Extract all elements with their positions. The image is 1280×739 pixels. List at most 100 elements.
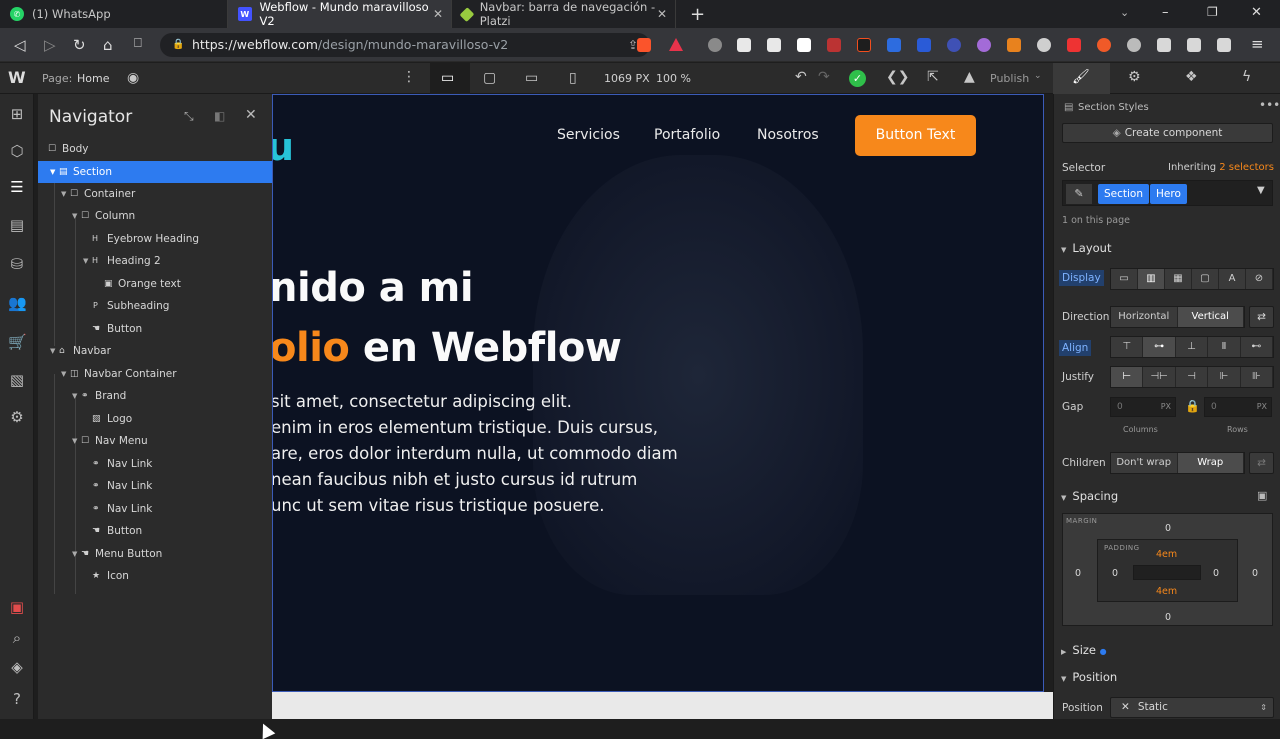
tree-item-button[interactable]: ☚ Button — [38, 318, 272, 340]
wrap-wrap[interactable]: Wrap — [1177, 453, 1244, 473]
direction-vertical[interactable]: Vertical — [1177, 307, 1244, 327]
hero-subheading-line[interactable]: are, eros dolor interdum nulla, ut commo… — [273, 444, 678, 463]
align-end-icon[interactable]: ⊥ — [1176, 337, 1209, 357]
selector-edit-icon[interactable]: ✎ — [1066, 184, 1092, 204]
caret-down-icon[interactable]: ▼ — [72, 385, 77, 407]
display-inline-icon[interactable]: A — [1219, 269, 1246, 289]
help-icon[interactable]: ? — [8, 690, 26, 708]
tree-item-nav-link[interactable]: ⚭ Nav Link — [38, 498, 272, 520]
tab-webflow[interactable]: W Webflow - Mundo maravilloso V2 ✕ — [228, 0, 452, 28]
hero-subheading-line[interactable]: unc ut sem vitae risus tristique posuere… — [273, 496, 604, 515]
wallet-icon[interactable] — [1217, 38, 1231, 52]
selector-dropdown-icon[interactable]: ▼ — [1257, 185, 1265, 196]
tree-item-navbar[interactable]: ▼ ⌂ Navbar — [38, 340, 272, 362]
justify-between-icon[interactable]: ⊩ — [1208, 367, 1241, 387]
close-navigator-icon[interactable]: ✕ — [245, 107, 257, 123]
playlist-icon[interactable] — [1187, 38, 1201, 52]
cms-database-icon[interactable]: ⛁ — [8, 255, 26, 273]
create-component-button[interactable]: ◈ Create component — [1062, 123, 1273, 143]
brave-rewards-icon[interactable] — [669, 38, 683, 51]
lock-icon[interactable]: 🔒 — [1185, 399, 1200, 413]
settings-icon[interactable] — [1127, 38, 1141, 52]
audit-icon[interactable]: ▣ — [8, 598, 26, 616]
add-icon[interactable]: ⊞ — [8, 105, 26, 123]
more-icon[interactable]: ••• — [1259, 98, 1280, 112]
padding-bottom[interactable]: 4em — [1156, 586, 1177, 597]
caret-down-icon[interactable]: ▼ — [50, 161, 55, 183]
padding-top[interactable]: 4em — [1156, 549, 1177, 560]
url-input[interactable]: 🔒 https://webflow.com/design/mundo-marav… — [160, 33, 650, 57]
brave-shield-icon[interactable] — [637, 38, 651, 52]
caret-down-icon[interactable]: ▼ — [61, 183, 66, 205]
margin-top[interactable]: 0 — [1165, 523, 1171, 534]
tree-item-nav-menu[interactable]: ▼ ☐ Nav Menu — [38, 430, 272, 452]
hero-subheading-line[interactable]: enim in eros elementum tristique. Duis c… — [273, 418, 658, 437]
new-tab-button[interactable]: + — [676, 0, 715, 28]
interactions-bolt-icon[interactable]: ϟ — [1242, 69, 1251, 85]
publish-button[interactable]: Publish — [990, 72, 1029, 85]
preview-eye-icon[interactable]: ◉ — [127, 70, 139, 86]
extension-gear2-icon[interactable] — [947, 38, 961, 52]
extension-red-icon[interactable] — [1067, 38, 1081, 52]
display-grid-icon[interactable]: ▦ — [1165, 269, 1192, 289]
close-icon[interactable]: ✕ — [433, 7, 443, 21]
search-icon[interactable]: ⌕ — [8, 629, 26, 647]
ecommerce-cart-icon[interactable]: 🛒 — [8, 333, 27, 351]
extension-edit-icon[interactable] — [767, 38, 781, 52]
nav-link-portafolio[interactable]: Portafolio — [654, 127, 720, 143]
export-icon[interactable]: ⇱ — [927, 69, 939, 85]
position-select[interactable]: ✕ Static ⇕ — [1110, 697, 1274, 718]
settings-gear-icon[interactable]: ⚙ — [8, 408, 26, 426]
tree-item-brand[interactable]: ▼ ⚭ Brand — [38, 385, 272, 407]
tree-item-navbar-container[interactable]: ▼ ◫ Navbar Container — [38, 363, 272, 385]
inheriting-selectors-link[interactable]: 2 selectors — [1219, 162, 1274, 173]
align-start-icon[interactable]: ⊤ — [1111, 337, 1144, 357]
display-block-icon[interactable]: ▭ — [1111, 269, 1138, 289]
metamask-icon[interactable] — [1007, 38, 1021, 52]
brand-logo-fragment[interactable]: u — [273, 125, 294, 169]
caret-down-icon[interactable]: ▼ — [72, 205, 77, 227]
collapse-icon[interactable]: ⤡ — [184, 109, 194, 124]
breakpoint-tablet-icon[interactable]: ▢ — [483, 70, 496, 86]
hero-subheading-line[interactable]: nean faucibus nibh et justo cursus id ru… — [273, 470, 637, 489]
display-segment[interactable]: ▭ ▥ ▦ ▢ A ⊘ — [1110, 268, 1274, 290]
caret-down-icon[interactable]: ▼ — [72, 430, 77, 452]
puzzle-icon[interactable] — [1157, 38, 1171, 52]
close-icon[interactable]: ✕ — [657, 7, 667, 21]
gap-columns-input[interactable]: 0 PX — [1110, 397, 1176, 417]
wrap-dont-wrap[interactable]: Don't wrap — [1111, 453, 1178, 473]
padding-left[interactable]: 0 — [1112, 568, 1118, 579]
justify-end-icon[interactable]: ⊣ — [1176, 367, 1209, 387]
align-center-icon[interactable]: ⊶ — [1143, 337, 1176, 357]
layout-section-header[interactable]: ▼ Layout — [1061, 241, 1111, 255]
video-tutorial-icon[interactable]: ◈ — [8, 658, 26, 676]
back-icon[interactable]: ◁ — [14, 36, 26, 54]
extension-pen-icon[interactable] — [827, 38, 841, 52]
notion-icon[interactable] — [797, 38, 811, 52]
code-icon[interactable]: ❮❯ — [886, 69, 909, 85]
page-selector[interactable]: Home — [77, 72, 109, 85]
align-label[interactable]: Align — [1059, 340, 1092, 356]
display-none-icon[interactable]: ⊘ — [1246, 269, 1273, 289]
tree-item-logo[interactable]: ▨ Logo — [38, 408, 272, 430]
tree-item-nav-link[interactable]: ⚭ Nav Link — [38, 475, 272, 497]
assets-image-icon[interactable]: ▧ — [8, 371, 26, 389]
extension-7-icon[interactable] — [1097, 38, 1111, 52]
webflow-logo-icon[interactable]: W — [8, 68, 26, 87]
padding-box[interactable]: PADDING 4em 0 4em 0 — [1097, 539, 1238, 602]
forward-icon[interactable]: ▷ — [44, 36, 56, 54]
tab-whatsapp[interactable]: ✆ (1) WhatsApp — [0, 0, 228, 28]
reverse-direction-icon[interactable]: ⇄ — [1249, 306, 1274, 328]
align-stretch-icon[interactable]: Ⅱ — [1208, 337, 1241, 357]
restore-icon[interactable]: ❐ — [1207, 5, 1218, 19]
hero-heading-line1[interactable]: nido a mi — [273, 265, 474, 311]
selector-field[interactable]: ✎ Section Hero ▼ — [1062, 180, 1273, 206]
tree-item-body[interactable]: ☐ Body — [38, 138, 272, 160]
figma-icon[interactable] — [857, 38, 871, 52]
pages-icon[interactable]: ▤ — [8, 216, 26, 234]
home-icon[interactable]: ⌂ — [103, 36, 113, 54]
margin-left[interactable]: 0 — [1075, 568, 1081, 579]
nav-link-servicios[interactable]: Servicios — [557, 127, 620, 143]
nav-link-nosotros[interactable]: Nosotros — [757, 127, 819, 143]
selector-chip-section[interactable]: Section — [1098, 184, 1150, 204]
